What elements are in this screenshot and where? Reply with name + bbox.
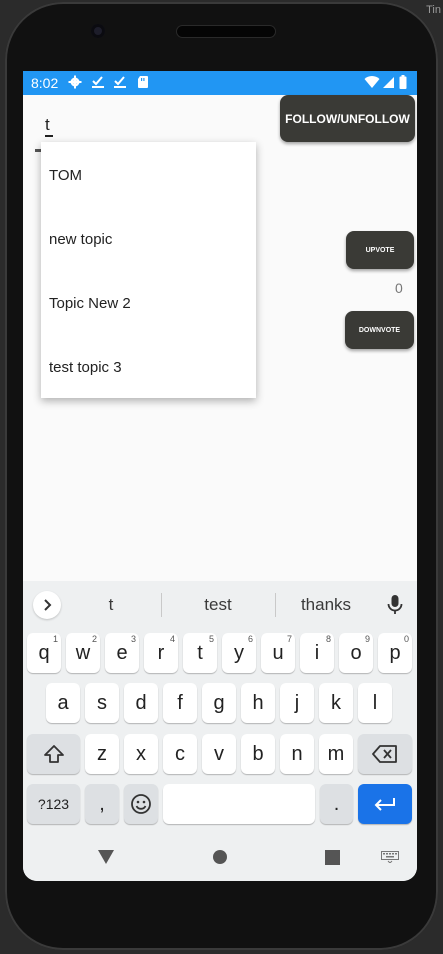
key-hint: 5 — [208, 634, 214, 644]
key-hint: 9 — [364, 634, 370, 644]
key-label: q — [38, 641, 50, 664]
navigation-bar — [23, 834, 417, 881]
key-label: w — [75, 641, 91, 664]
suggestion-3[interactable]: thanks — [271, 595, 381, 615]
key-j[interactable]: j — [280, 683, 314, 723]
key-w[interactable]: w2 — [66, 633, 100, 673]
suggestion-1[interactable]: t — [56, 595, 166, 615]
wifi-icon — [364, 76, 380, 88]
key-i[interactable]: i8 — [300, 633, 334, 673]
follow-unfollow-button[interactable]: FOLLOW/UNFOLLOW — [280, 95, 415, 142]
sd-card-icon — [138, 76, 148, 88]
key-s[interactable]: s — [85, 683, 119, 723]
key-u[interactable]: u7 — [261, 633, 295, 673]
status-bar: 8:02 — [23, 71, 417, 95]
check-download-icon — [92, 76, 104, 88]
key-label: i — [314, 641, 320, 664]
home-circle-icon[interactable] — [212, 849, 228, 865]
enter-arrow-icon — [374, 798, 395, 811]
key-label: o — [350, 641, 362, 664]
key-hint: 4 — [169, 634, 175, 644]
autocomplete-dropdown: TOM new topic Topic New 2 test topic 3 — [41, 142, 256, 398]
key-hint: 8 — [325, 634, 331, 644]
key-label: e — [116, 641, 128, 664]
key-label: p — [389, 641, 401, 664]
check-download-icon — [114, 76, 126, 88]
shift-key[interactable] — [27, 734, 80, 774]
emoji-smiley-icon — [131, 794, 151, 814]
key-e[interactable]: e3 — [105, 633, 139, 673]
key-c[interactable]: c — [163, 734, 197, 774]
key-q[interactable]: q1 — [27, 633, 61, 673]
suggestion-bar: t test thanks — [23, 581, 417, 629]
key-n[interactable]: n — [280, 734, 314, 774]
signal-icon — [383, 77, 394, 88]
key-r[interactable]: r4 — [144, 633, 178, 673]
key-d[interactable]: d — [124, 683, 158, 723]
key-hint: 0 — [403, 634, 409, 644]
key-h[interactable]: h — [241, 683, 275, 723]
microphone-icon[interactable] — [385, 594, 405, 616]
key-hint: 1 — [52, 634, 58, 644]
suggestion-divider — [161, 593, 162, 617]
key-m[interactable]: m — [319, 734, 353, 774]
upvote-button[interactable]: UPVOTE — [346, 231, 414, 269]
key-a[interactable]: a — [46, 683, 80, 723]
key-b[interactable]: b — [241, 734, 275, 774]
keyboard-switch-icon[interactable] — [381, 851, 399, 863]
key-label: r — [157, 641, 165, 664]
key-v[interactable]: v — [202, 734, 236, 774]
dropdown-option[interactable]: Topic New 2 — [49, 295, 131, 312]
key-l[interactable]: l — [358, 683, 392, 723]
emoji-key[interactable] — [124, 784, 158, 824]
key-o[interactable]: o9 — [339, 633, 373, 673]
backspace-key[interactable] — [358, 734, 412, 774]
key-label: u — [272, 641, 284, 664]
dropdown-option[interactable]: new topic — [49, 231, 112, 248]
battery-icon — [399, 75, 407, 89]
key-k[interactable]: k — [319, 683, 353, 723]
key-hint: 2 — [91, 634, 97, 644]
enter-key[interactable] — [358, 784, 412, 824]
key-t[interactable]: t5 — [183, 633, 217, 673]
key-hint: 7 — [286, 634, 292, 644]
key-hint: 3 — [130, 634, 136, 644]
shift-arrow-icon — [43, 745, 64, 763]
downvote-button[interactable]: DOWNVOTE — [345, 311, 414, 349]
vote-count: 0 — [395, 280, 403, 296]
dropdown-option[interactable]: TOM — [49, 167, 82, 184]
soft-keyboard: t test thanks q1 w2 e3 r4 t5 y6 u7 i8 o9… — [23, 581, 417, 834]
comma-key[interactable]: , — [85, 784, 119, 824]
emulator-label: Tin — [426, 4, 441, 16]
back-triangle-icon[interactable] — [97, 849, 115, 865]
backspace-icon — [372, 745, 397, 763]
key-hint: 6 — [247, 634, 253, 644]
key-p[interactable]: p0 — [378, 633, 412, 673]
recents-square-icon[interactable] — [325, 850, 340, 865]
period-key[interactable]: . — [320, 784, 353, 824]
device-screen: 8:02 t FOLLOW/UNFOLLOW UPVOTE 0 DOWNVOTE — [23, 71, 417, 881]
key-label: t — [197, 641, 203, 664]
key-z[interactable]: z — [85, 734, 119, 774]
suggestion-2[interactable]: test — [163, 595, 273, 615]
topic-text-input[interactable]: t — [45, 115, 50, 135]
text-input-underline — [45, 135, 53, 137]
key-x[interactable]: x — [124, 734, 158, 774]
key-f[interactable]: f — [163, 683, 197, 723]
symbols-key[interactable]: ?123 — [27, 784, 80, 824]
space-bar[interactable] — [163, 784, 315, 824]
status-time: 8:02 — [31, 75, 59, 91]
key-y[interactable]: y6 — [222, 633, 256, 673]
key-label: y — [234, 641, 244, 664]
key-g[interactable]: g — [202, 683, 236, 723]
front-camera — [91, 24, 105, 38]
gear-icon — [68, 75, 82, 89]
earpiece-speaker — [177, 26, 275, 37]
dropdown-option[interactable]: test topic 3 — [49, 359, 122, 376]
